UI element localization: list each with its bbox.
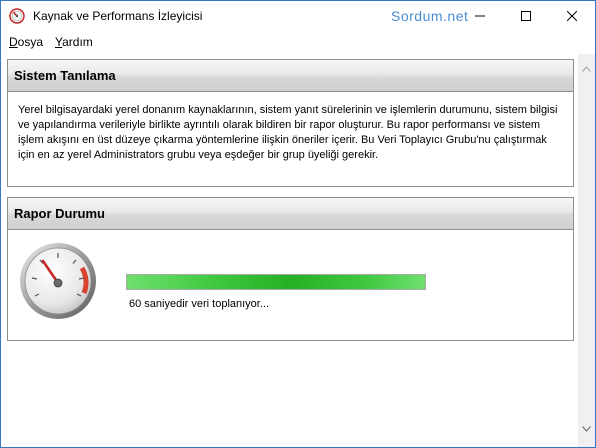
speedometer-gauge-icon [18,241,98,321]
diagnostics-description: Yerel bilgisayardaki yerel donanım kayna… [18,104,558,161]
minimize-button[interactable] [457,1,503,31]
maximize-button[interactable] [503,1,549,31]
diagnostics-panel-title: Sistem Tanılama [14,68,116,83]
window-title: Kaynak ve Performans İzleyicisi [33,9,203,23]
chevron-down-icon [582,425,591,432]
progress-bar [126,274,426,290]
menu-yardim[interactable]: Yardım [55,35,93,49]
perfmon-icon [9,8,25,24]
close-icon [567,11,577,21]
scroll-up-button[interactable] [578,60,595,77]
chevron-up-icon [582,65,591,72]
minimize-icon [475,15,485,17]
diagnostics-panel: Sistem Tanılama Yerel bilgisayardaki yer… [7,59,574,187]
menu-dosya[interactable]: Dosya [9,35,43,49]
report-status-panel-title: Rapor Durumu [14,206,105,221]
scroll-down-button[interactable] [578,420,595,437]
vertical-scrollbar[interactable] [578,54,595,447]
title-bar[interactable]: Kaynak ve Performans İzleyicisi Sordum.n… [1,1,595,31]
menu-dosya-rest: osya [17,35,44,49]
main-window: Kaynak ve Performans İzleyicisi Sordum.n… [0,0,596,448]
content-area: Sistem Tanılama Yerel bilgisayardaki yer… [1,54,578,447]
progress-status-text: 60 saniyedir veri toplanıyor... [129,298,270,310]
menu-bar: Dosya Yardım [1,31,595,53]
report-status-panel: Rapor Durumu 60 saniyedir veri toplanıyo… [7,197,574,341]
report-status-panel-header: Rapor Durumu [8,198,573,230]
diagnostics-panel-header: Sistem Tanılama [8,60,573,92]
maximize-icon [521,11,531,21]
progress-fill [127,275,425,289]
menu-yardim-rest: ardım [62,35,93,49]
menu-dosya-accel: D [9,35,18,49]
close-button[interactable] [549,1,595,31]
